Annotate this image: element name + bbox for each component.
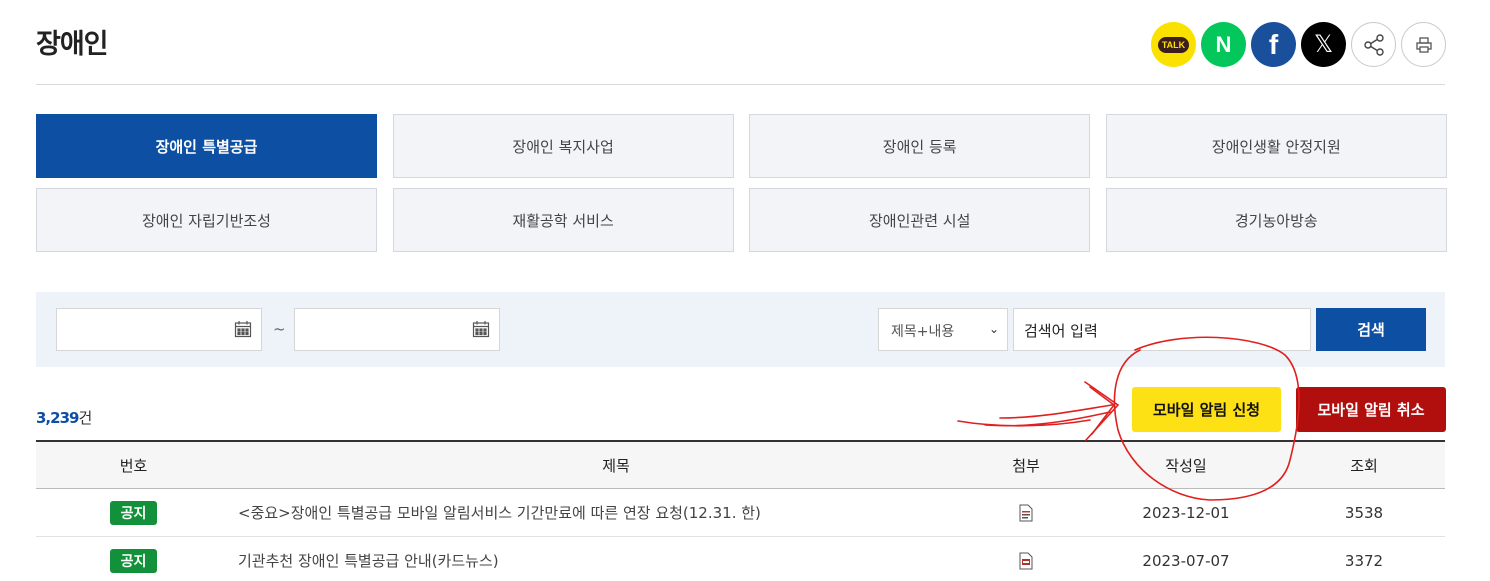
- share-icon[interactable]: [1351, 22, 1396, 67]
- row-date: 2023-12-01: [1142, 503, 1230, 522]
- tab-registration[interactable]: 장애인 등록: [749, 114, 1091, 178]
- header-title: 제목: [602, 456, 630, 475]
- result-count: 3,239건: [36, 407, 92, 428]
- kakaotalk-label: TALK: [1157, 36, 1190, 53]
- date-from-input[interactable]: [56, 308, 262, 351]
- search-field-value: 제목+내용: [891, 324, 955, 340]
- x-icon[interactable]: 𝕏: [1301, 22, 1346, 67]
- chevron-down-icon: ⌄: [988, 322, 999, 336]
- tab-living-support[interactable]: 장애인생활 안정지원: [1105, 114, 1447, 178]
- notice-badge: 공지: [109, 548, 158, 573]
- print-icon[interactable]: [1401, 22, 1446, 67]
- header-date: 작성일: [1165, 456, 1207, 475]
- row-views: 3538: [1344, 503, 1384, 522]
- search-input[interactable]: 검색어 입력: [1013, 308, 1311, 351]
- pdf-file-icon[interactable]: [1018, 552, 1034, 570]
- row-title-link[interactable]: <중요>장애인 특별공급 모바일 알림서비스 기간만료에 따른 연장 요청(12…: [231, 489, 1001, 536]
- kakaotalk-icon[interactable]: TALK: [1151, 22, 1196, 67]
- date-range-separator: ~: [273, 320, 286, 338]
- header-file: 첨부: [1012, 456, 1040, 475]
- mobile-alert-apply-button[interactable]: 모바일 알림 신청: [1132, 387, 1281, 432]
- tab-deaf-broadcast[interactable]: 경기농아방송: [1105, 188, 1447, 252]
- header-no: 번호: [119, 456, 148, 475]
- page-title: 장애인: [36, 29, 109, 60]
- table-row: 공지 <중요>장애인 특별공급 모바일 알림서비스 기간만료에 따른 연장 요청…: [36, 489, 1445, 537]
- row-views: 3372: [1344, 551, 1384, 570]
- table-row: 공지 기관추천 장애인 특별공급 안내(카드뉴스) 2023-07-07 337…: [36, 537, 1445, 581]
- search-button[interactable]: 검색: [1316, 308, 1426, 351]
- row-title-link[interactable]: 기관추천 장애인 특별공급 안내(카드뉴스): [231, 537, 1001, 581]
- search-field-select[interactable]: 제목+내용 ⌄: [878, 308, 1008, 351]
- row-date: 2023-07-07: [1142, 551, 1230, 570]
- tab-facilities[interactable]: 장애인관련 시설: [749, 188, 1091, 252]
- result-count-number: 3,239: [36, 409, 79, 427]
- category-tabs: 장애인 특별공급 장애인 복지사업 장애인 등록 장애인생활 안정지원 장애인 …: [36, 114, 1447, 252]
- date-to-input[interactable]: [294, 308, 500, 351]
- tab-rehab-engineering[interactable]: 재활공학 서비스: [392, 188, 734, 252]
- hwp-file-icon[interactable]: [1018, 504, 1034, 522]
- mobile-alert-cancel-button[interactable]: 모바일 알림 취소: [1296, 387, 1446, 432]
- naver-icon[interactable]: N: [1201, 22, 1246, 67]
- notice-badge: 공지: [109, 500, 158, 525]
- table-header: 번호 제목 첨부 작성일 조회: [36, 440, 1445, 489]
- tab-special-supply[interactable]: 장애인 특별공급: [36, 114, 377, 178]
- title-divider: [36, 84, 1445, 85]
- tab-independence[interactable]: 장애인 자립기반조성: [36, 188, 377, 252]
- share-bar: TALK N f 𝕏: [1151, 22, 1446, 67]
- search-panel: ~ 제목+내용 ⌄ 검색어 입력 검색: [36, 292, 1445, 367]
- result-count-unit: 건: [78, 409, 92, 427]
- board-table: 번호 제목 첨부 작성일 조회 공지 <중요>장애인 특별공급 모바일 알림서비…: [36, 440, 1445, 581]
- tab-welfare-program[interactable]: 장애인 복지사업: [392, 114, 734, 178]
- header-views: 조회: [1350, 456, 1378, 475]
- facebook-icon[interactable]: f: [1251, 22, 1296, 67]
